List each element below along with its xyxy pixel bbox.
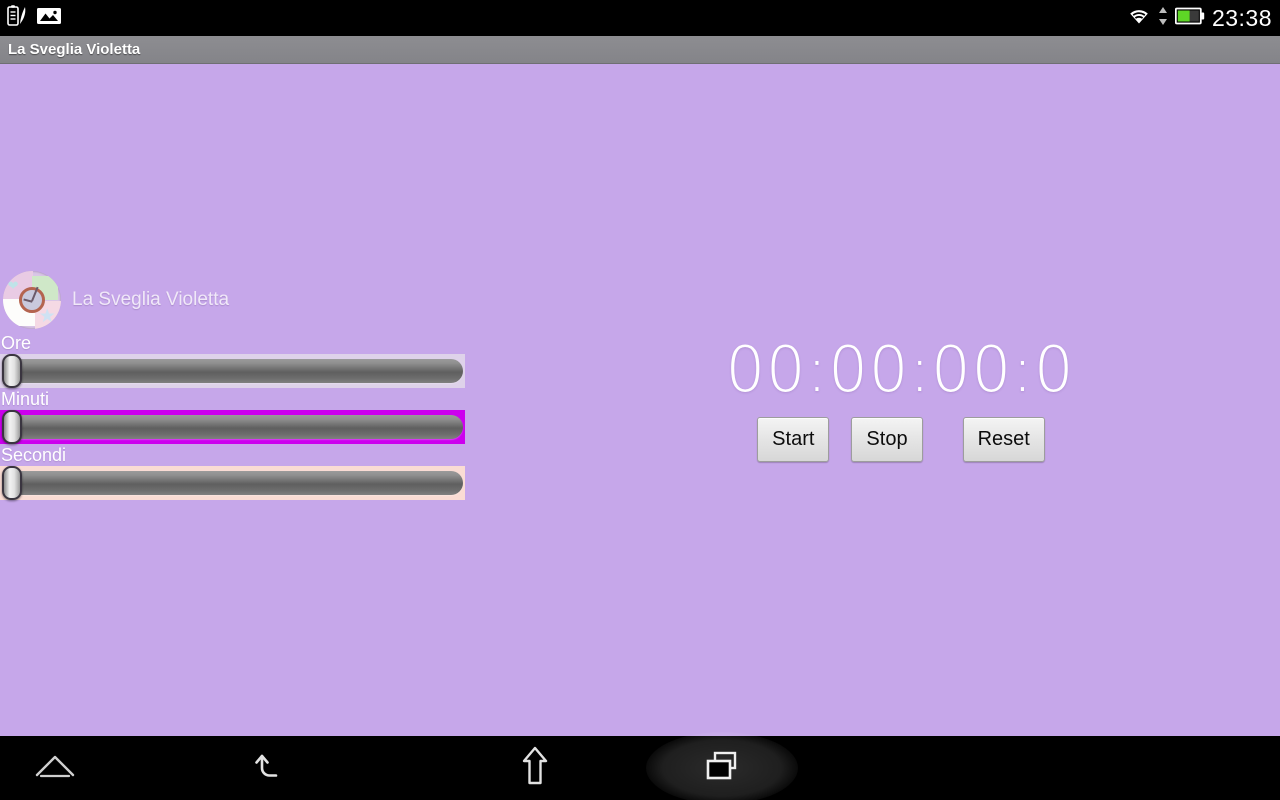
start-button[interactable]: Start	[757, 417, 830, 462]
timer-column: 00:00:00:0 Start Stop Reset	[700, 339, 1100, 462]
status-bar-clock: 23:38	[1211, 4, 1272, 31]
minutes-slider-label: Minuti	[1, 389, 50, 409]
nav-back-button[interactable]	[110, 736, 428, 800]
timer-button-row: Start Stop Reset	[755, 417, 1045, 462]
nav-home-button[interactable]	[428, 736, 642, 800]
nav-recents-icon	[700, 746, 744, 791]
sveglia-violetta-app-icon: ❤ ★	[3, 271, 61, 329]
note-pen-icon	[6, 4, 28, 33]
minutes-slider-thumb[interactable]	[2, 410, 22, 444]
page-title: La Sveglia Violetta	[8, 41, 141, 58]
seconds-slider[interactable]	[0, 466, 465, 500]
data-transfer-icon	[1158, 6, 1168, 31]
status-bar: 23:38	[0, 0, 1280, 36]
hours-slider-thumb[interactable]	[2, 354, 22, 388]
status-bar-notifications[interactable]	[0, 4, 62, 33]
app-name-label: La Sveglia Violetta	[72, 289, 230, 310]
hours-slider[interactable]	[0, 354, 465, 388]
app-header: ❤ ★ La Sveglia Violetta	[0, 268, 470, 332]
minutes-slider[interactable]	[0, 410, 465, 444]
app-title-bar: La Sveglia Violetta	[0, 36, 1280, 64]
nav-home-icon	[515, 743, 555, 794]
timer-display: 00:00:00:0	[725, 333, 1075, 406]
android-screen: 23:38 La Sveglia Violetta ❤ ★ La Sveglia…	[0, 0, 1280, 800]
hours-slider-label: Ore	[1, 333, 32, 353]
stop-button[interactable]: Stop	[851, 417, 923, 462]
nav-expand-icon	[31, 749, 79, 788]
status-bar-system-icons[interactable]: 23:38	[1127, 5, 1280, 32]
wifi-icon	[1127, 6, 1151, 31]
nav-expand-button[interactable]	[0, 736, 110, 800]
reset-button[interactable]: Reset	[962, 417, 1045, 462]
seconds-slider-thumb[interactable]	[2, 466, 22, 500]
navigation-bar	[0, 732, 1280, 800]
app-content: ❤ ★ La Sveglia Violetta Ore Minuti Secon…	[0, 64, 1280, 736]
minutes-slider-track[interactable]	[7, 415, 463, 439]
nav-recents-button[interactable]	[642, 732, 802, 800]
battery-icon	[1174, 7, 1205, 30]
nav-back-icon	[247, 744, 291, 793]
seconds-slider-track[interactable]	[7, 471, 463, 495]
hours-slider-track[interactable]	[7, 359, 463, 383]
controls-column: ❤ ★ La Sveglia Violetta Ore Minuti Secon…	[0, 268, 470, 500]
picture-icon	[36, 5, 62, 32]
seconds-slider-label: Secondi	[1, 445, 67, 465]
